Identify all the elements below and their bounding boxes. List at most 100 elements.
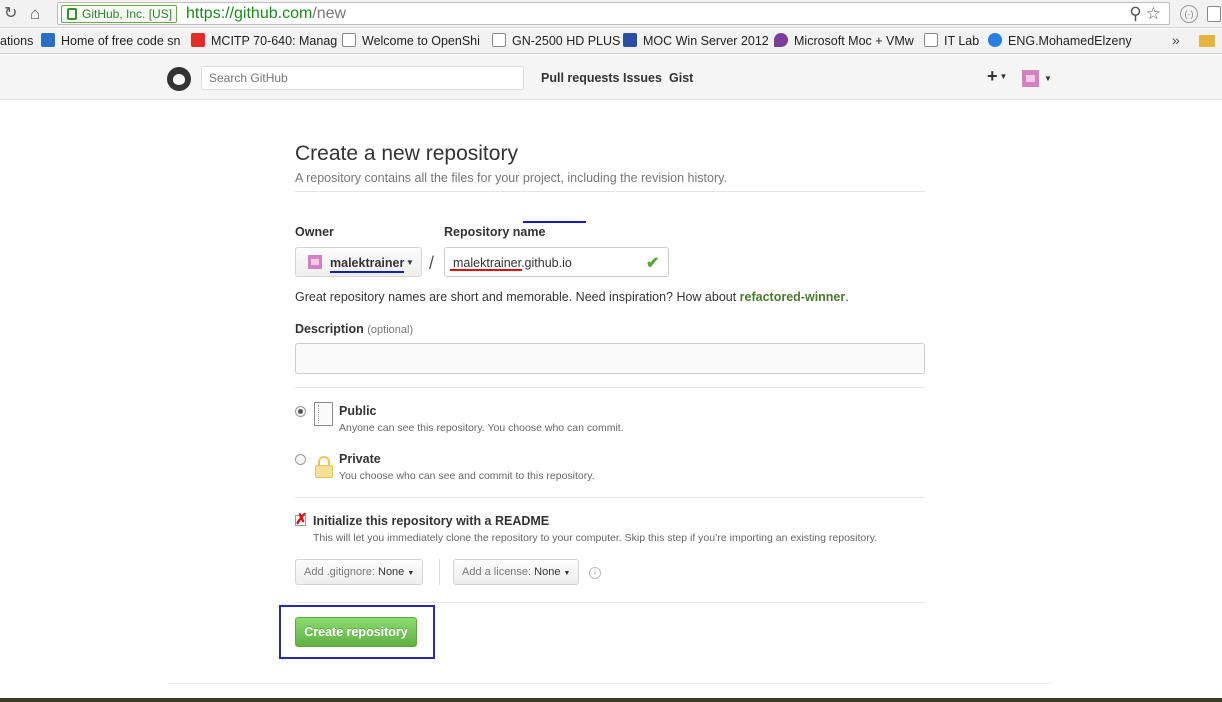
- readme-title: Initialize this repository with a README: [313, 514, 550, 528]
- description-label: Description (optional): [295, 322, 413, 336]
- divider: [439, 559, 440, 585]
- folder-icon[interactable]: [1199, 35, 1215, 47]
- description-label-text: Description: [295, 322, 364, 336]
- url-text: https://github.com/new: [186, 4, 346, 24]
- bookmark-item[interactable]: Welcome to OpenShi: [342, 33, 480, 49]
- lock-icon: [314, 456, 334, 478]
- public-title: Public: [339, 404, 377, 418]
- license-label: Add a license:: [462, 566, 532, 578]
- bookmarks-bar: ations Home of free code sn MCITP 70-640…: [0, 29, 1222, 54]
- plus-icon: +: [987, 66, 998, 86]
- red-underline-annotation: [450, 269, 522, 271]
- bookmark-item[interactable]: MCITP 70-640: Manag: [191, 33, 337, 49]
- zoom-icon[interactable]: ⚲: [1129, 4, 1145, 23]
- description-input[interactable]: [295, 343, 925, 374]
- bookmark-item[interactable]: ations: [0, 33, 33, 49]
- public-description: Anyone can see this repository. You choo…: [339, 422, 624, 434]
- bookmark-item[interactable]: Microsoft Moc + VMw: [774, 33, 914, 49]
- browser-toolbar: ↻ ⌂ GitHub, Inc. [US] https://github.com…: [0, 0, 1222, 28]
- chevron-down-icon: ▼: [563, 570, 571, 577]
- more-bookmarks-icon[interactable]: »: [1172, 32, 1180, 48]
- create-repository-button[interactable]: Create repository: [295, 617, 417, 647]
- bookmark-item[interactable]: MOC Win Server 2012: [623, 33, 769, 49]
- avatar[interactable]: [1022, 70, 1039, 87]
- bookmark-item[interactable]: GN-2500 HD PLUS: [492, 33, 620, 49]
- taskbar-edge: [0, 698, 1222, 702]
- footer-divider: [168, 683, 1051, 684]
- repo-book-icon: [314, 402, 333, 426]
- divider: [295, 387, 925, 388]
- address-bar[interactable]: GitHub, Inc. [US] https://github.com/new…: [57, 2, 1170, 25]
- bookmark-label: MCITP 70-640: Manag: [211, 34, 338, 48]
- owner-repo-separator: /: [429, 253, 435, 273]
- divider: [295, 602, 925, 603]
- owner-label: Owner: [295, 225, 334, 239]
- four-icon: [623, 33, 637, 47]
- divider: [295, 497, 925, 498]
- url-host: https://github.com: [186, 5, 313, 22]
- home-icon[interactable]: ⌂: [30, 4, 50, 24]
- bookmark-item[interactable]: IT Lab: [924, 33, 979, 49]
- bookmark-label: Microsoft Moc + VMw: [794, 34, 914, 48]
- page-icon: [342, 33, 356, 47]
- ev-certificate-badge[interactable]: GitHub, Inc. [US]: [61, 5, 178, 23]
- private-title: Private: [339, 452, 381, 466]
- chevron-down-icon: ▼: [999, 72, 1008, 81]
- swirl-icon: [988, 33, 1002, 47]
- github-header: Pull requests Issues Gist +▼ ▼: [0, 55, 1222, 100]
- bookmark-label: IT Lab: [944, 34, 980, 48]
- name-hint: Great repository names are short and mem…: [295, 290, 849, 304]
- private-radio[interactable]: [295, 454, 306, 465]
- page-icon: [492, 33, 506, 47]
- chevron-down-icon[interactable]: ▼: [1044, 74, 1052, 83]
- reload-icon[interactable]: ↻: [4, 5, 22, 23]
- blogger-icon: [41, 33, 55, 47]
- gitignore-select[interactable]: Add .gitignore: None ▼: [295, 559, 424, 585]
- repo-name-value: malektrainer.github.io: [453, 256, 572, 270]
- private-description: You choose who can see and commit to thi…: [339, 470, 595, 482]
- optional-tag: (optional): [367, 324, 414, 336]
- divider: [295, 191, 925, 192]
- red-x-annotation-icon: ✗: [295, 511, 308, 528]
- owner-avatar: [308, 255, 322, 269]
- omnibox-icons: ⚲☆: [1129, 4, 1165, 24]
- nav-issues[interactable]: Issues: [623, 71, 662, 85]
- star-icon[interactable]: ☆: [1146, 4, 1165, 23]
- bookmark-label: MOC Win Server 2012: [643, 34, 769, 48]
- bookmark-label: ENG.MohamedElzeny: [1008, 34, 1132, 48]
- hint-suffix: .: [845, 290, 849, 304]
- readme-description: This will let you immediately clone the …: [313, 532, 878, 544]
- page-title: Create a new repository: [295, 142, 518, 165]
- owner-select[interactable]: malektrainer ▼: [295, 247, 422, 277]
- page-subtitle: A repository contains all the files for …: [295, 171, 727, 185]
- blue-underline-annotation: [523, 221, 586, 223]
- bookmark-label: Welcome to OpenShi: [362, 34, 480, 48]
- search-input[interactable]: [201, 66, 524, 90]
- info-icon[interactable]: i: [589, 567, 601, 579]
- public-radio[interactable]: [295, 406, 306, 417]
- create-new-button[interactable]: + ▼: [987, 66, 1007, 87]
- ev-label: GitHub, Inc. [US]: [82, 7, 173, 21]
- chevron-down-icon: ▼: [407, 570, 415, 577]
- repo-name-input[interactable]: malektrainer.github.io ✔: [444, 221, 669, 277]
- bookmark-item[interactable]: ENG.MohamedElzeny: [988, 33, 1132, 49]
- extension-icon[interactable]: (·): [1180, 5, 1198, 23]
- lock-icon: [67, 8, 77, 20]
- name-suggestion-link[interactable]: refactored-winner: [740, 290, 846, 304]
- license-select[interactable]: Add a license: None ▼: [453, 559, 580, 585]
- nav-gist[interactable]: Gist: [669, 71, 693, 85]
- bookmark-label: Home of free code sn: [61, 34, 181, 48]
- chevron-down-icon: ▼: [406, 258, 414, 267]
- nav-pull-requests[interactable]: Pull requests: [541, 71, 620, 85]
- gitignore-label: Add .gitignore:: [304, 566, 375, 578]
- github-logo-icon[interactable]: [167, 67, 191, 91]
- url-path: /new: [312, 5, 347, 22]
- page-icon: [924, 33, 938, 47]
- browser-menu-icon[interactable]: [1207, 6, 1221, 22]
- hint-text: Great repository names are short and mem…: [295, 290, 740, 304]
- bookmark-item[interactable]: Home of free code sn: [41, 33, 181, 49]
- youtube-icon: [191, 33, 205, 47]
- license-value: None: [534, 566, 561, 578]
- bookmark-label: ations: [0, 34, 34, 48]
- repo-name-label: Repository name: [444, 225, 546, 239]
